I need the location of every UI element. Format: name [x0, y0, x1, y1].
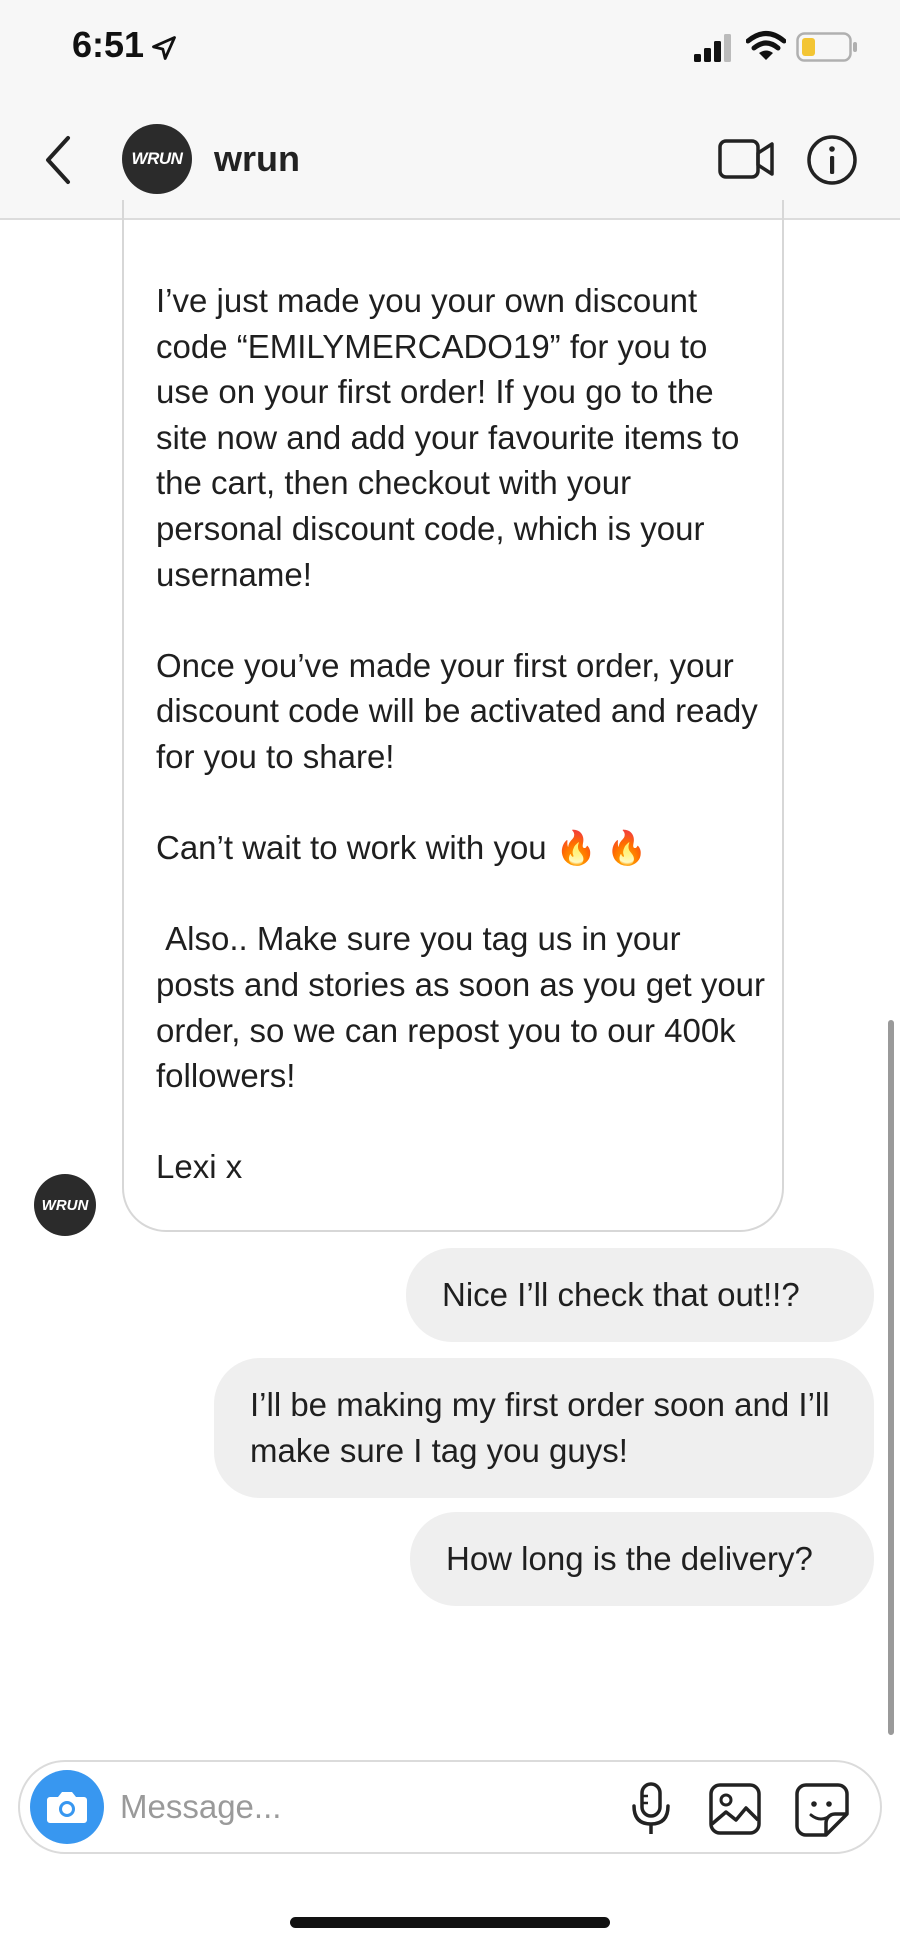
sent-message-text: Nice I’ll check that out!!?: [442, 1276, 800, 1314]
avatar-logo-text: WRUN: [41, 1196, 89, 1214]
contact-username[interactable]: wrun: [214, 138, 300, 180]
status-time: 6:51: [72, 24, 145, 65]
sticker-icon[interactable]: [794, 1782, 850, 1838]
sent-message-text: I’ll be making my first order soon and I…: [250, 1386, 830, 1469]
microphone-icon[interactable]: [628, 1782, 674, 1836]
info-icon[interactable]: [806, 134, 858, 186]
wifi-icon: [746, 31, 786, 60]
sent-message-bubble[interactable]: How long is the delivery?: [410, 1512, 874, 1606]
header-avatar[interactable]: WRUN: [122, 124, 192, 194]
back-chevron-icon[interactable]: [40, 130, 80, 190]
sender-avatar[interactable]: WRUN: [34, 1174, 96, 1236]
camera-button[interactable]: [30, 1770, 104, 1844]
received-message-text: I’ve just made you your own discount cod…: [156, 282, 766, 1186]
sent-message-bubble[interactable]: I’ll be making my first order soon and I…: [214, 1358, 874, 1498]
scrollbar[interactable]: [888, 1020, 894, 1735]
battery-icon: [796, 32, 857, 62]
avatar-logo-text: WRUN: [131, 149, 183, 168]
video-camera-icon[interactable]: [718, 136, 774, 182]
camera-icon: [47, 1792, 87, 1823]
sent-message-bubble[interactable]: Nice I’ll check that out!!?: [406, 1248, 874, 1342]
location-arrow-icon: [152, 36, 176, 60]
sent-message-text: How long is the delivery?: [446, 1540, 813, 1578]
gallery-icon[interactable]: [708, 1782, 762, 1836]
home-indicator[interactable]: [290, 1917, 610, 1928]
signal-icon: [694, 34, 731, 62]
status-bar: 6:51: [0, 0, 900, 100]
message-input[interactable]: [120, 1782, 600, 1832]
